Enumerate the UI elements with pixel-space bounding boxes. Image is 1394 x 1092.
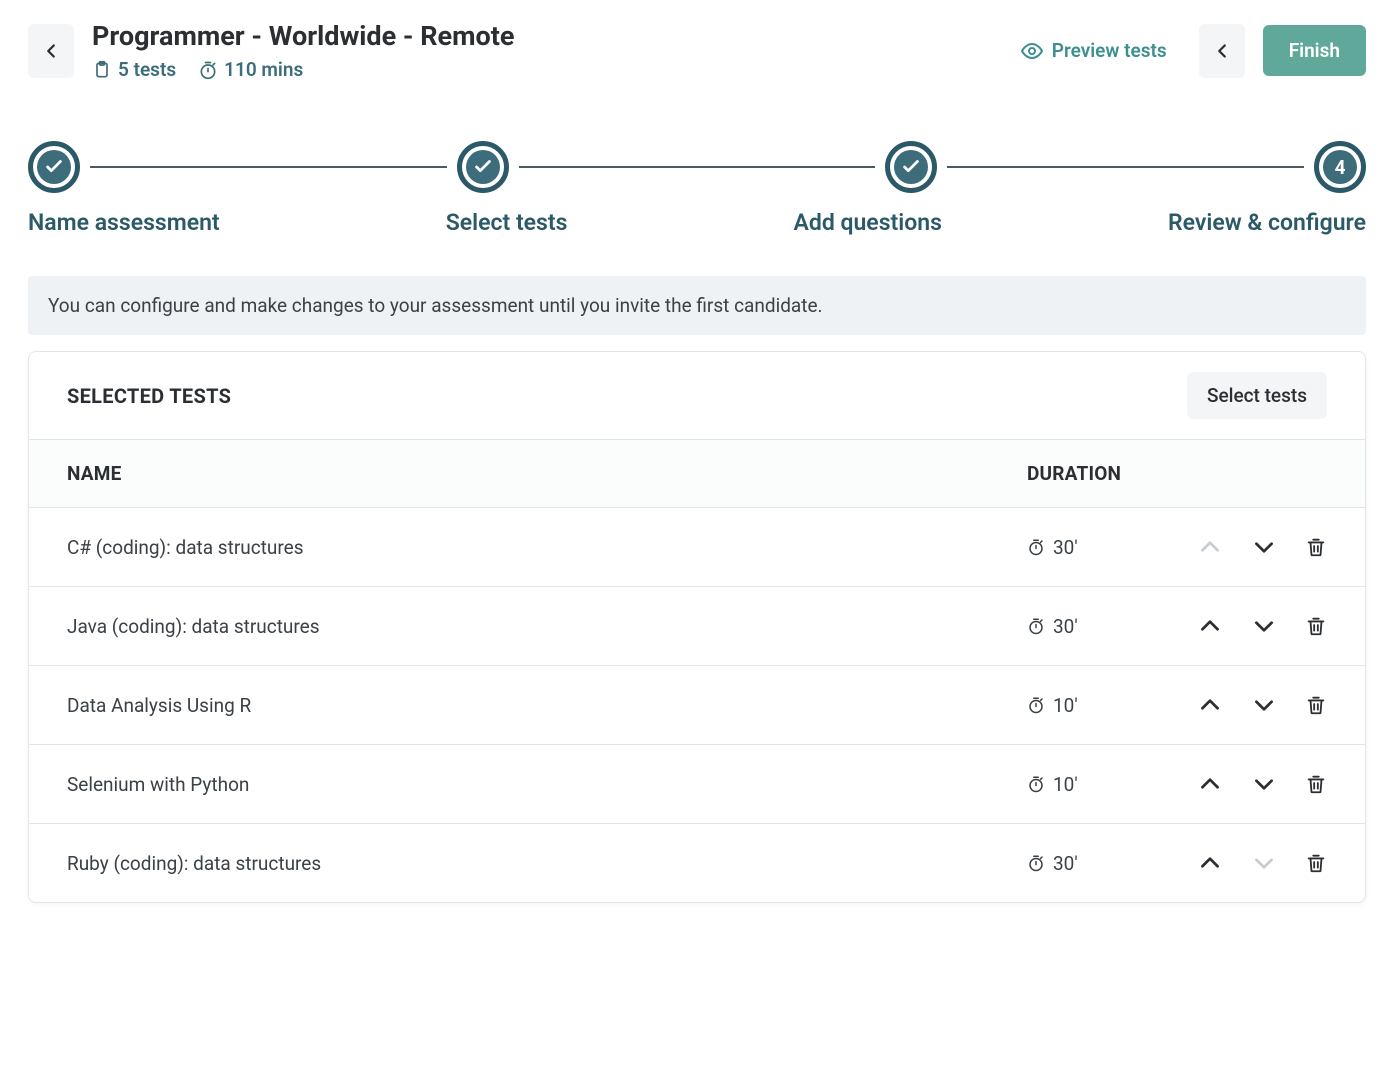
timer-icon: [1027, 854, 1045, 872]
chevron-down-icon: [1251, 850, 1277, 876]
table-row: Selenium with Python10': [29, 745, 1365, 824]
move-down-button[interactable]: [1251, 534, 1277, 560]
delete-button[interactable]: [1305, 615, 1327, 637]
preview-tests-link[interactable]: Preview tests: [1006, 39, 1181, 63]
check-icon: [472, 156, 494, 178]
row-actions: [1157, 692, 1327, 718]
step-1[interactable]: [28, 141, 80, 193]
step-4[interactable]: 4: [1314, 141, 1366, 193]
top-bar: Programmer - Worldwide - Remote 5 tests …: [0, 0, 1394, 91]
prev-step-button[interactable]: [1199, 24, 1245, 78]
timer-icon: [1027, 775, 1045, 793]
step-connector: [90, 166, 447, 168]
chevron-up-icon: [1197, 534, 1223, 560]
card-heading: SELECTED TESTS: [67, 384, 231, 408]
table-row: Java (coding): data structures30': [29, 587, 1365, 666]
test-name: Selenium with Python: [67, 773, 1027, 796]
chevron-up-icon: [1197, 692, 1223, 718]
trash-icon: [1305, 694, 1327, 716]
chevron-down-icon: [1251, 534, 1277, 560]
timer-icon: [1027, 696, 1045, 714]
move-down-button: [1251, 850, 1277, 876]
chevron-down-icon: [1251, 771, 1277, 797]
move-up-button: [1197, 534, 1223, 560]
move-up-button[interactable]: [1197, 850, 1223, 876]
trash-icon: [1305, 536, 1327, 558]
preview-label: Preview tests: [1052, 39, 1167, 62]
table-header: NAME DURATION: [29, 439, 1365, 508]
chevron-up-icon: [1197, 850, 1223, 876]
check-icon: [43, 156, 65, 178]
finish-button[interactable]: Finish: [1263, 25, 1366, 76]
title-block: Programmer - Worldwide - Remote 5 tests …: [92, 20, 988, 81]
step-label[interactable]: Select tests: [446, 209, 568, 236]
step-number: 4: [1335, 156, 1346, 179]
info-banner: You can configure and make changes to yo…: [28, 276, 1366, 335]
delete-button[interactable]: [1305, 773, 1327, 795]
trash-icon: [1305, 615, 1327, 637]
chevron-left-icon: [1211, 40, 1233, 62]
test-duration: 10': [1027, 773, 1157, 796]
meta-row: 5 tests 110 mins: [92, 58, 988, 81]
chevron-down-icon: [1251, 613, 1277, 639]
delete-button[interactable]: [1305, 694, 1327, 716]
assessment-title: Programmer - Worldwide - Remote: [92, 20, 988, 52]
duration-total: 110 mins: [198, 58, 303, 81]
step-3[interactable]: [885, 141, 937, 193]
move-up-button[interactable]: [1197, 613, 1223, 639]
test-name: Data Analysis Using R: [67, 694, 1027, 717]
card-header: SELECTED TESTS Select tests: [29, 352, 1365, 439]
duration-label: 110 mins: [224, 58, 303, 81]
selected-tests-card: SELECTED TESTS Select tests NAME DURATIO…: [28, 351, 1366, 903]
row-actions: [1157, 534, 1327, 560]
chevron-down-icon: [1251, 692, 1277, 718]
table-row: Ruby (coding): data structures30': [29, 824, 1365, 902]
test-name: Java (coding): data structures: [67, 615, 1027, 638]
step-label[interactable]: Name assessment: [28, 209, 220, 236]
tests-count-label: 5 tests: [118, 58, 176, 81]
delete-button[interactable]: [1305, 536, 1327, 558]
select-tests-button[interactable]: Select tests: [1187, 372, 1327, 419]
tests-count: 5 tests: [92, 58, 176, 81]
step-label[interactable]: Review & configure: [1168, 209, 1366, 236]
test-duration: 10': [1027, 694, 1157, 717]
move-down-button[interactable]: [1251, 692, 1277, 718]
test-name: Ruby (coding): data structures: [67, 852, 1027, 875]
timer-icon: [1027, 538, 1045, 556]
clipboard-icon: [92, 60, 112, 80]
check-icon: [900, 156, 922, 178]
step-connector: [947, 166, 1304, 168]
timer-icon: [198, 60, 218, 80]
move-down-button[interactable]: [1251, 613, 1277, 639]
move-up-button[interactable]: [1197, 771, 1223, 797]
step-labels: Name assessment Select tests Add questions…: [0, 193, 1394, 276]
test-duration: 30': [1027, 536, 1157, 559]
delete-button[interactable]: [1305, 852, 1327, 874]
step-connector: [519, 166, 876, 168]
move-up-button[interactable]: [1197, 692, 1223, 718]
col-header-duration: DURATION: [1027, 462, 1157, 485]
timer-icon: [1027, 617, 1045, 635]
stepper: 4: [0, 91, 1394, 193]
step-label[interactable]: Add questions: [794, 209, 942, 236]
test-duration: 30': [1027, 852, 1157, 875]
col-header-name: NAME: [67, 462, 1027, 485]
move-down-button[interactable]: [1251, 771, 1277, 797]
back-button[interactable]: [28, 24, 74, 78]
row-actions: [1157, 850, 1327, 876]
chevron-up-icon: [1197, 613, 1223, 639]
table-row: C# (coding): data structures30': [29, 508, 1365, 587]
trash-icon: [1305, 852, 1327, 874]
step-2[interactable]: [457, 141, 509, 193]
chevron-left-icon: [40, 40, 62, 62]
chevron-up-icon: [1197, 771, 1223, 797]
test-duration: 30': [1027, 615, 1157, 638]
test-name: C# (coding): data structures: [67, 536, 1027, 559]
table-row: Data Analysis Using R10': [29, 666, 1365, 745]
trash-icon: [1305, 773, 1327, 795]
row-actions: [1157, 613, 1327, 639]
row-actions: [1157, 771, 1327, 797]
eye-icon: [1020, 39, 1044, 63]
